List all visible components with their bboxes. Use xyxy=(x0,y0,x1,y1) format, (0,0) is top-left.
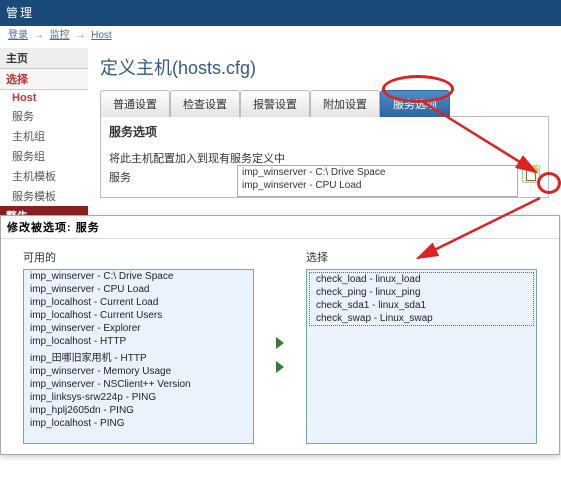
list-item[interactable]: check_load - linux_load xyxy=(310,273,533,286)
available-column: 可用的 imp_winserver - C:\ Drive Space imp_… xyxy=(23,249,254,444)
breadcrumb-link-2[interactable]: 监控 xyxy=(50,30,70,41)
service-row-label: 服务 xyxy=(109,165,237,185)
available-listbox[interactable]: imp_winserver - C:\ Drive Space imp_wins… xyxy=(23,269,254,444)
tabs: 普通设置 检查设置 报警设置 附加设置 服务选项 xyxy=(100,90,549,117)
list-item[interactable]: imp_winserver - NSClient++ Version xyxy=(24,378,253,391)
sidebar-item-servicetemplate[interactable]: 服务模板 xyxy=(0,186,88,206)
sidebar-item-host[interactable]: Host xyxy=(0,90,88,106)
tab-panel: 服务选项 将此主机配置加入到现有服务定义中 服务 imp_winserver -… xyxy=(100,116,549,198)
annotation-rect-selected: check_load - linux_load check_ping - lin… xyxy=(309,272,534,326)
main-content: 定义主机(hosts.cfg) 普通设置 检查设置 报警设置 附加设置 服务选项… xyxy=(88,46,561,216)
dialog-title: 修改被选项: 服务 xyxy=(1,216,559,239)
tab-alert[interactable]: 报警设置 xyxy=(240,90,310,117)
section-desc: 将此主机配置加入到现有服务定义中 xyxy=(109,150,540,166)
service-field-item: imp_winserver - CPU Load xyxy=(238,179,517,192)
list-item[interactable]: imp_winserver - Memory Usage xyxy=(24,365,253,378)
section-title: 服务选项 xyxy=(109,123,540,140)
page-title: 定义主机(hosts.cfg) xyxy=(100,54,549,80)
list-item[interactable]: imp_localhost - Current Load xyxy=(24,296,253,309)
list-item[interactable]: check_swap - Linux_swap xyxy=(310,312,533,325)
move-right-icon[interactable] xyxy=(272,335,288,351)
available-label: 可用的 xyxy=(23,249,254,265)
sidebar-group-home[interactable]: 主页 xyxy=(0,48,88,69)
list-item[interactable]: imp_localhost - Current Users xyxy=(24,309,253,322)
list-item[interactable]: check_sda1 - linux_sda1 xyxy=(310,299,533,312)
service-picker-dialog: 修改被选项: 服务 可用的 imp_winserver - C:\ Drive … xyxy=(0,215,560,455)
list-item[interactable]: imp_localhost - PING xyxy=(24,417,253,430)
breadcrumb-sep: → xyxy=(31,30,47,41)
list-item[interactable]: imp_winserver - Explorer xyxy=(24,322,253,335)
list-item[interactable]: imp_田哪旧家用机 - HTTP xyxy=(24,348,253,365)
list-item[interactable]: imp_winserver - CPU Load xyxy=(24,283,253,296)
list-item[interactable]: imp_winserver - C:\ Drive Space xyxy=(24,270,253,283)
window-title-bar: 管理 xyxy=(0,0,561,26)
move-left-icon[interactable] xyxy=(272,359,288,375)
breadcrumb-link-1[interactable]: 登录 xyxy=(8,30,28,41)
service-row: 服务 imp_winserver - C:\ Drive Space imp_w… xyxy=(109,165,540,197)
service-field[interactable]: imp_winserver - C:\ Drive Space imp_wins… xyxy=(237,165,518,197)
edit-icon[interactable] xyxy=(522,165,540,183)
service-field-item: imp_winserver - C:\ Drive Space xyxy=(238,166,517,179)
list-item[interactable]: imp_hplj2605dn - PING xyxy=(24,404,253,417)
tab-service-options[interactable]: 服务选项 xyxy=(380,90,450,117)
breadcrumb: 登录 → 监控 → Host xyxy=(0,26,561,46)
sidebar-item-hosttemplate[interactable]: 主机模板 xyxy=(0,166,88,186)
sidebar-item-hostgroup[interactable]: 主机组 xyxy=(0,126,88,146)
tab-check[interactable]: 检查设置 xyxy=(170,90,240,117)
tab-extra[interactable]: 附加设置 xyxy=(310,90,380,117)
sidebar-item-service[interactable]: 服务 xyxy=(0,106,88,126)
selected-listbox[interactable]: check_load - linux_load check_ping - lin… xyxy=(306,269,537,444)
sidebar: 主页 选择 Host 服务 主机组 服务组 主机模板 服务模板 警告 命令 特征… xyxy=(0,46,88,216)
move-buttons xyxy=(272,267,288,442)
list-item[interactable]: imp_linksys-srw224p - PING xyxy=(24,391,253,404)
tab-general[interactable]: 普通设置 xyxy=(100,90,170,117)
selected-label: 选择 xyxy=(306,249,537,265)
sidebar-item-servicegroup[interactable]: 服务组 xyxy=(0,146,88,166)
sidebar-group-select[interactable]: 选择 xyxy=(0,69,88,90)
list-item[interactable]: imp_localhost - HTTP xyxy=(24,335,253,348)
breadcrumb-link-3[interactable]: Host xyxy=(91,30,112,41)
list-item[interactable]: check_ping - linux_ping xyxy=(310,286,533,299)
selected-column: 选择 check_load - linux_load check_ping - … xyxy=(306,249,537,444)
breadcrumb-sep: → xyxy=(72,30,88,41)
